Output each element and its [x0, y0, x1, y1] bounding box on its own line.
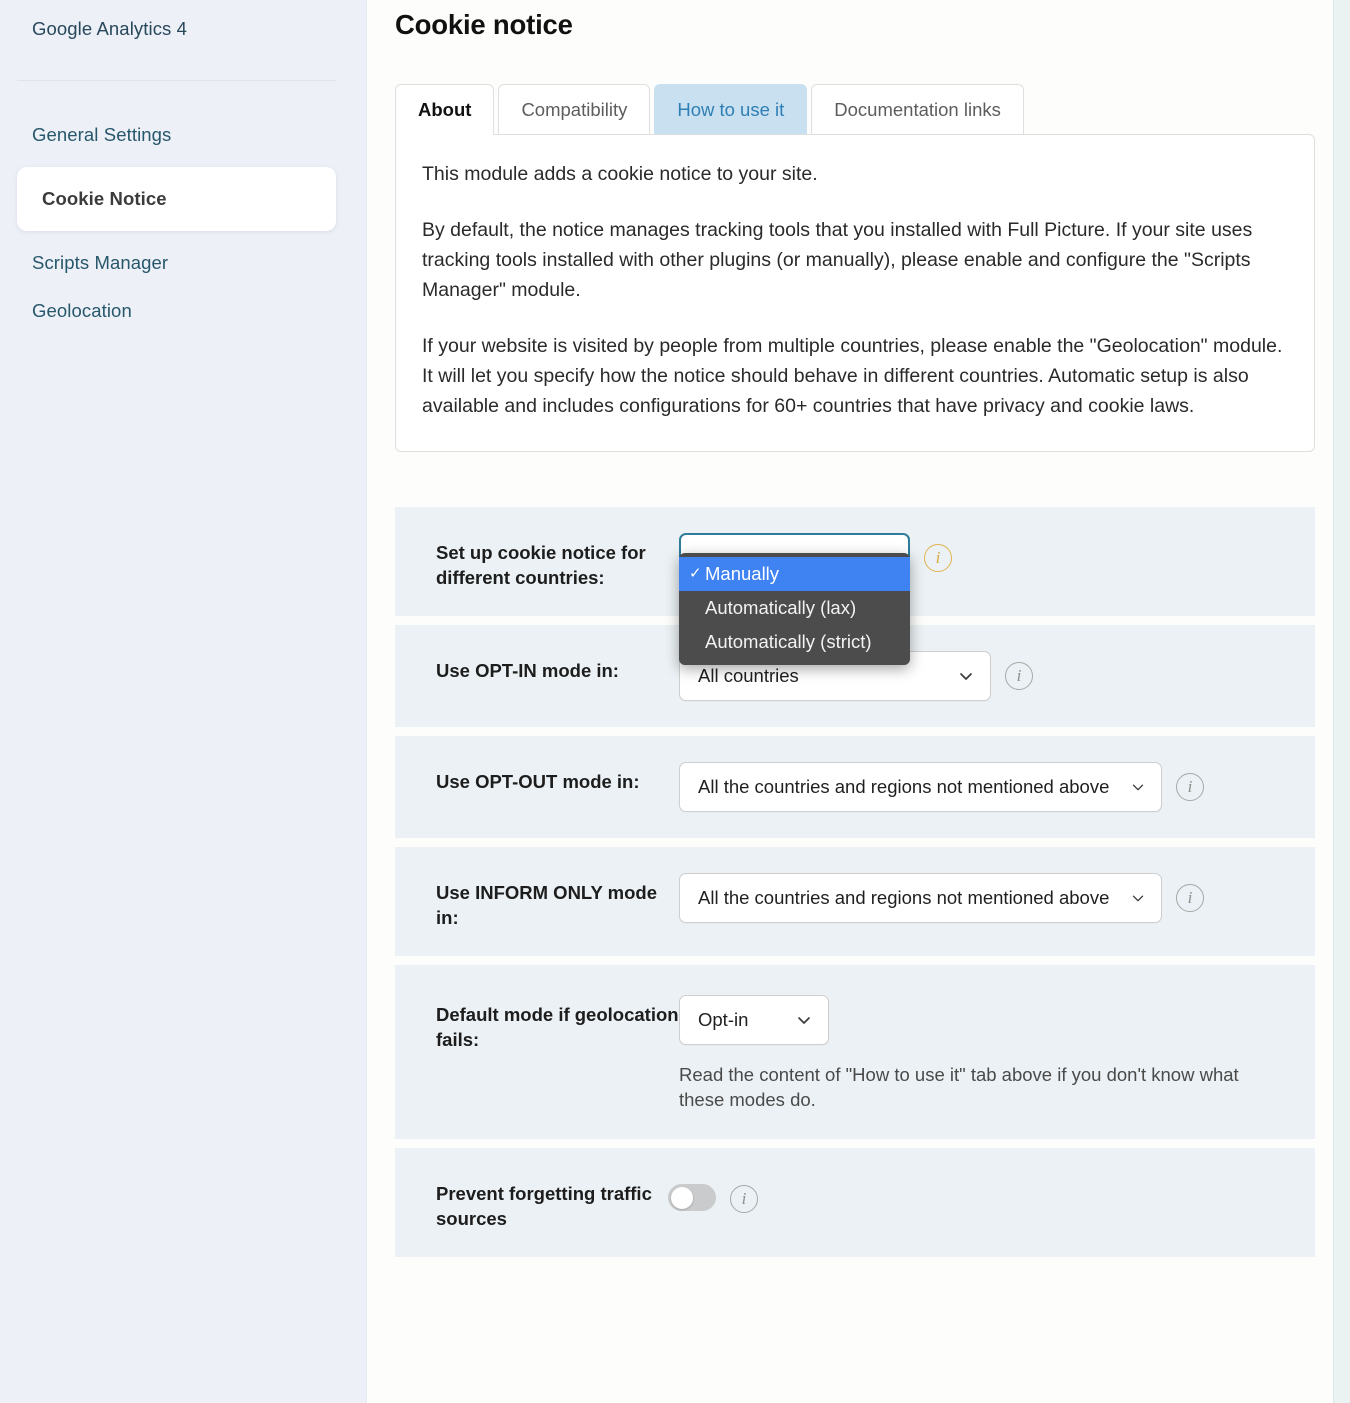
app-root: Google Analytics 4 General Settings Cook… [0, 0, 1350, 1403]
setting-control-default-mode: Opt-in Read the content of "How to use i… [679, 995, 1279, 1112]
chevron-down-icon [794, 1010, 814, 1030]
about-paragraph-3: If your website is visited by people fro… [422, 335, 1283, 417]
sidebar-item-scripts-manager[interactable]: Scripts Manager [0, 239, 366, 287]
chevron-down-icon [1129, 889, 1147, 907]
opt-out-select[interactable]: All the countries and regions not mentio… [679, 762, 1162, 812]
tab-about[interactable]: About [395, 84, 495, 135]
setting-control-prevent-forgetting: i [668, 1174, 758, 1213]
setting-label-opt-out: Use OPT-OUT mode in: [436, 771, 640, 792]
info-circle-icon-prevent-forgetting[interactable]: i [730, 1185, 758, 1213]
sidebar-divider [17, 80, 336, 81]
main-content: Cookie notice About Compatibility How to… [367, 0, 1350, 1403]
about-paragraph-2: By default, the notice manages tracking … [422, 219, 1253, 301]
setting-row-setup-countries: Set up cookie notice for different count… [395, 507, 1315, 665]
dropdown-option-label: Automatically (strict) [705, 631, 872, 652]
tab-documentation-links[interactable]: Documentation links [811, 84, 1024, 134]
info-circle-icon-opt-out[interactable]: i [1176, 773, 1204, 801]
setting-label-opt-in: Use OPT-IN mode in: [436, 660, 619, 681]
setting-control-inform-only: All the countries and regions not mentio… [679, 873, 1204, 923]
dropdown-option-label: Automatically (lax) [705, 597, 857, 618]
chevron-down-icon [956, 666, 976, 686]
setting-label-setup-countries: Set up cookie notice for different count… [436, 542, 646, 588]
dropdown-option-label: Manually [705, 563, 780, 584]
sidebar-item-cookie-notice[interactable]: Cookie Notice [17, 167, 336, 231]
dropdown-option-automatically-strict[interactable]: Automatically (strict) [679, 625, 910, 659]
default-mode-hint: Read the content of "How to use it" tab … [679, 1064, 1239, 1110]
sidebar-brand-link[interactable]: Google Analytics 4 [0, 0, 366, 42]
setting-row-opt-out: Use OPT-OUT mode in: All the countries a… [395, 736, 1315, 838]
setup-countries-select[interactable]: Manually ✓ Manually [679, 533, 910, 665]
info-circle-icon-inform-only[interactable]: i [1176, 884, 1204, 912]
info-circle-icon-opt-in[interactable]: i [1005, 662, 1033, 690]
info-circle-icon-setup-countries[interactable]: i [924, 544, 952, 572]
setting-control-opt-out: All the countries and regions not mentio… [679, 762, 1204, 812]
sidebar: Google Analytics 4 General Settings Cook… [0, 0, 367, 1403]
tab-how-to-use-it[interactable]: How to use it [654, 84, 808, 134]
default-mode-stack: Opt-in Read the content of "How to use i… [679, 995, 1279, 1112]
setting-label-default-mode: Default mode if geolocation fails: [436, 1004, 679, 1050]
setup-countries-dropdown-popup[interactable]: ✓ Manually Automatically (lax) Automatic… [679, 553, 910, 665]
sidebar-nav: General Settings Cookie Notice Scripts M… [0, 111, 366, 335]
opt-in-select-value: All countries [698, 665, 799, 686]
inform-only-select[interactable]: All the countries and regions not mentio… [679, 873, 1162, 923]
setting-control-setup-countries: Manually ✓ Manually [679, 533, 952, 665]
dropdown-option-automatically-lax[interactable]: Automatically (lax) [679, 591, 910, 625]
setting-row-default-mode: Default mode if geolocation fails: Opt-i… [395, 965, 1315, 1139]
setting-row-prevent-forgetting: Prevent forgetting traffic sources i [395, 1148, 1315, 1257]
about-tab-panel: This module adds a cookie notice to your… [395, 134, 1315, 452]
page-title: Cookie notice [395, 9, 573, 40]
setting-label-prevent-forgetting: Prevent forgetting traffic sources [436, 1183, 652, 1229]
dropdown-option-manually[interactable]: ✓ Manually [679, 557, 910, 591]
setting-row-inform-only: Use INFORM ONLY mode in: All the countri… [395, 847, 1315, 956]
setting-label-inform-only: Use INFORM ONLY mode in: [436, 882, 658, 928]
settings-list: Set up cookie notice for different count… [395, 507, 1315, 1257]
check-icon: ✓ [689, 565, 702, 582]
chevron-down-icon [1129, 778, 1147, 796]
prevent-forgetting-toggle[interactable] [668, 1184, 716, 1211]
default-mode-select-value: Opt-in [698, 1009, 749, 1030]
toggle-knob [671, 1186, 693, 1209]
about-paragraph-1: This module adds a cookie notice to your… [422, 163, 818, 185]
opt-out-select-value: All the countries and regions not mentio… [698, 776, 1110, 797]
default-mode-select[interactable]: Opt-in [679, 995, 829, 1045]
tab-bar: About Compatibility How to use it Docume… [395, 84, 1350, 135]
inform-only-select-value: All the countries and regions not mentio… [698, 887, 1110, 908]
tab-compatibility[interactable]: Compatibility [498, 84, 651, 134]
right-edge-strip [1333, 0, 1350, 1403]
sidebar-item-geolocation[interactable]: Geolocation [0, 287, 366, 335]
sidebar-item-general-settings[interactable]: General Settings [0, 111, 366, 159]
